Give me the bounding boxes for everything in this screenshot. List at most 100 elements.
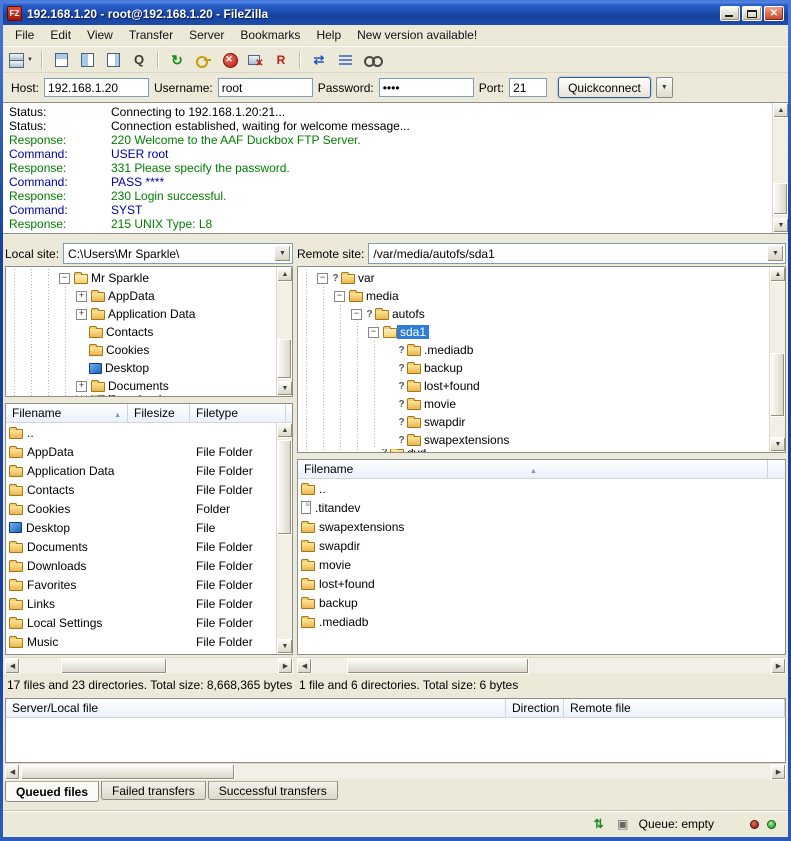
expand-icon[interactable]: + bbox=[76, 395, 87, 397]
port-input[interactable] bbox=[509, 78, 547, 97]
file-row-application-data[interactable]: Application DataFile Folder bbox=[6, 461, 292, 480]
cancel-button[interactable] bbox=[217, 49, 241, 71]
file-row-music[interactable]: MusicFile Folder bbox=[6, 632, 292, 651]
collapse-icon[interactable]: − bbox=[317, 273, 328, 284]
scroll-up-icon[interactable] bbox=[770, 267, 786, 282]
refresh-button[interactable] bbox=[165, 49, 189, 71]
scroll-down-icon[interactable] bbox=[277, 381, 293, 396]
file-row-favorites[interactable]: FavoritesFile Folder bbox=[6, 575, 292, 594]
collapse-icon[interactable]: − bbox=[368, 327, 379, 338]
password-input[interactable] bbox=[379, 78, 474, 97]
find-files-button[interactable] bbox=[359, 49, 383, 71]
column-header-server-local-file[interactable]: Server/Local file bbox=[6, 699, 506, 717]
tree-item-sda1[interactable]: −sda1 bbox=[298, 323, 785, 341]
tab-failed-transfers[interactable]: Failed transfers bbox=[101, 781, 206, 800]
close-button[interactable] bbox=[764, 6, 784, 21]
collapse-icon[interactable]: − bbox=[351, 309, 362, 320]
toolbar-dropdown-icon[interactable] bbox=[25, 49, 35, 71]
title-bar[interactable]: 192.168.1.20 - root@192.168.1.20 - FileZ… bbox=[3, 2, 788, 25]
scroll-left-icon[interactable] bbox=[5, 658, 20, 674]
tree-item-backup[interactable]: ?backup bbox=[298, 359, 785, 377]
file-row-backup[interactable]: backup bbox=[298, 593, 785, 612]
minimize-button[interactable] bbox=[720, 6, 740, 21]
expand-icon[interactable]: + bbox=[76, 291, 87, 302]
scroll-down-icon[interactable] bbox=[770, 437, 786, 452]
file-row-mediadb[interactable]: .mediadb bbox=[298, 612, 785, 631]
scroll-left-icon[interactable] bbox=[297, 658, 312, 674]
local-hscrollbar[interactable] bbox=[5, 657, 293, 673]
tree-item-documents[interactable]: +Documents bbox=[6, 377, 292, 395]
menu-item-new-version-available[interactable]: New version available! bbox=[349, 25, 485, 45]
menu-item-server[interactable]: Server bbox=[181, 25, 232, 45]
menu-item-bookmarks[interactable]: Bookmarks bbox=[232, 25, 308, 45]
file-row-swapextensions[interactable]: swapextensions bbox=[298, 517, 785, 536]
queue-hscrollbar-thumb[interactable] bbox=[21, 764, 235, 780]
menu-item-file[interactable]: File bbox=[7, 25, 42, 45]
scroll-up-icon[interactable] bbox=[277, 423, 293, 438]
column-header-filetype[interactable]: Filetype bbox=[190, 404, 286, 422]
remote-hscrollbar[interactable] bbox=[297, 657, 786, 673]
expand-icon[interactable]: + bbox=[76, 381, 87, 392]
scroll-up-icon[interactable] bbox=[773, 103, 788, 118]
toggle-message-log-button[interactable] bbox=[49, 49, 73, 71]
column-header-filename[interactable]: Filename bbox=[298, 460, 768, 478]
file-row-parent-directory[interactable]: .. bbox=[6, 423, 292, 442]
remote-site-combo[interactable]: /var/media/autofs/sda1 bbox=[368, 243, 786, 264]
remote-file-list[interactable]: Filename ...titandevswapextensionsswapdi… bbox=[297, 459, 786, 655]
local-site-dropdown-icon[interactable] bbox=[274, 245, 291, 262]
site-manager-button[interactable] bbox=[8, 49, 35, 71]
tab-successful-transfers[interactable]: Successful transfers bbox=[208, 781, 338, 800]
tab-queued-files[interactable]: Queued files bbox=[5, 781, 99, 802]
tree-item-var[interactable]: −?var bbox=[298, 269, 785, 287]
menu-item-transfer[interactable]: Transfer bbox=[121, 25, 181, 45]
host-input[interactable] bbox=[44, 78, 149, 97]
file-row-titandev[interactable]: .titandev bbox=[298, 498, 785, 517]
tree-item-autofs[interactable]: −?autofs bbox=[298, 305, 785, 323]
scroll-right-icon[interactable] bbox=[278, 658, 293, 674]
tree-item-downloads[interactable]: +Downloads bbox=[6, 395, 292, 397]
local-list-scrollbar[interactable] bbox=[276, 423, 292, 654]
column-header-remote-file[interactable]: Remote file bbox=[564, 699, 785, 717]
local-file-list[interactable]: FilenameFilesizeFiletype ..AppDataFile F… bbox=[5, 403, 293, 655]
tree-item-desktop[interactable]: Desktop bbox=[6, 359, 292, 377]
toggle-queue-button[interactable] bbox=[127, 49, 151, 71]
log-scrollbar[interactable] bbox=[772, 103, 788, 233]
file-row-cookies[interactable]: CookiesFolder bbox=[6, 499, 292, 518]
tree-item-mediadb[interactable]: ?.mediadb bbox=[298, 341, 785, 359]
column-header-filesize[interactable]: Filesize bbox=[128, 404, 190, 422]
file-row-lost-found[interactable]: lost+found bbox=[298, 574, 785, 593]
file-row-swapdir[interactable]: swapdir bbox=[298, 536, 785, 555]
menu-item-help[interactable]: Help bbox=[308, 25, 349, 45]
file-row-links[interactable]: LinksFile Folder bbox=[6, 594, 292, 613]
scroll-up-icon[interactable] bbox=[277, 267, 293, 282]
tree-item-contacts[interactable]: Contacts bbox=[6, 323, 292, 341]
disconnect-button[interactable] bbox=[243, 49, 267, 71]
local-tree-scrollbar[interactable] bbox=[276, 267, 292, 396]
local-list-scrollbar-thumb[interactable] bbox=[277, 440, 292, 535]
scroll-left-icon[interactable] bbox=[5, 764, 20, 780]
remote-hscrollbar-thumb[interactable] bbox=[347, 658, 529, 674]
remote-tree-panel[interactable]: −?var−media−?autofs−sda1?.mediadb?backup… bbox=[297, 266, 786, 453]
local-site-combo[interactable]: C:\Users\Mr Sparkle\ bbox=[63, 243, 293, 264]
tree-item-cookies[interactable]: Cookies bbox=[6, 341, 292, 359]
local-hscrollbar-thumb[interactable] bbox=[61, 658, 167, 674]
local-tree-scrollbar-thumb[interactable] bbox=[277, 339, 292, 379]
synchronized-browsing-button[interactable] bbox=[333, 49, 357, 71]
tree-item-swapdir[interactable]: ?swapdir bbox=[298, 413, 785, 431]
file-row-local-settings[interactable]: Local SettingsFile Folder bbox=[6, 613, 292, 632]
username-input[interactable] bbox=[218, 78, 313, 97]
toggle-remote-tree-button[interactable] bbox=[101, 49, 125, 71]
tree-item-movie[interactable]: ?movie bbox=[298, 395, 785, 413]
file-row-appdata[interactable]: AppDataFile Folder bbox=[6, 442, 292, 461]
file-row-downloads[interactable]: DownloadsFile Folder bbox=[6, 556, 292, 575]
reconnect-button[interactable] bbox=[269, 49, 293, 71]
remote-site-dropdown-icon[interactable] bbox=[767, 245, 784, 262]
column-header-direction[interactable]: Direction bbox=[506, 699, 564, 717]
expand-icon[interactable]: + bbox=[76, 309, 87, 320]
queue-hscrollbar[interactable] bbox=[5, 763, 786, 779]
remote-tree-scrollbar-thumb[interactable] bbox=[770, 353, 785, 417]
tree-item-appdata[interactable]: +AppData bbox=[6, 287, 292, 305]
tree-item-media[interactable]: −media bbox=[298, 287, 785, 305]
scroll-down-icon[interactable] bbox=[277, 639, 293, 654]
file-row-movie[interactable]: movie bbox=[298, 555, 785, 574]
